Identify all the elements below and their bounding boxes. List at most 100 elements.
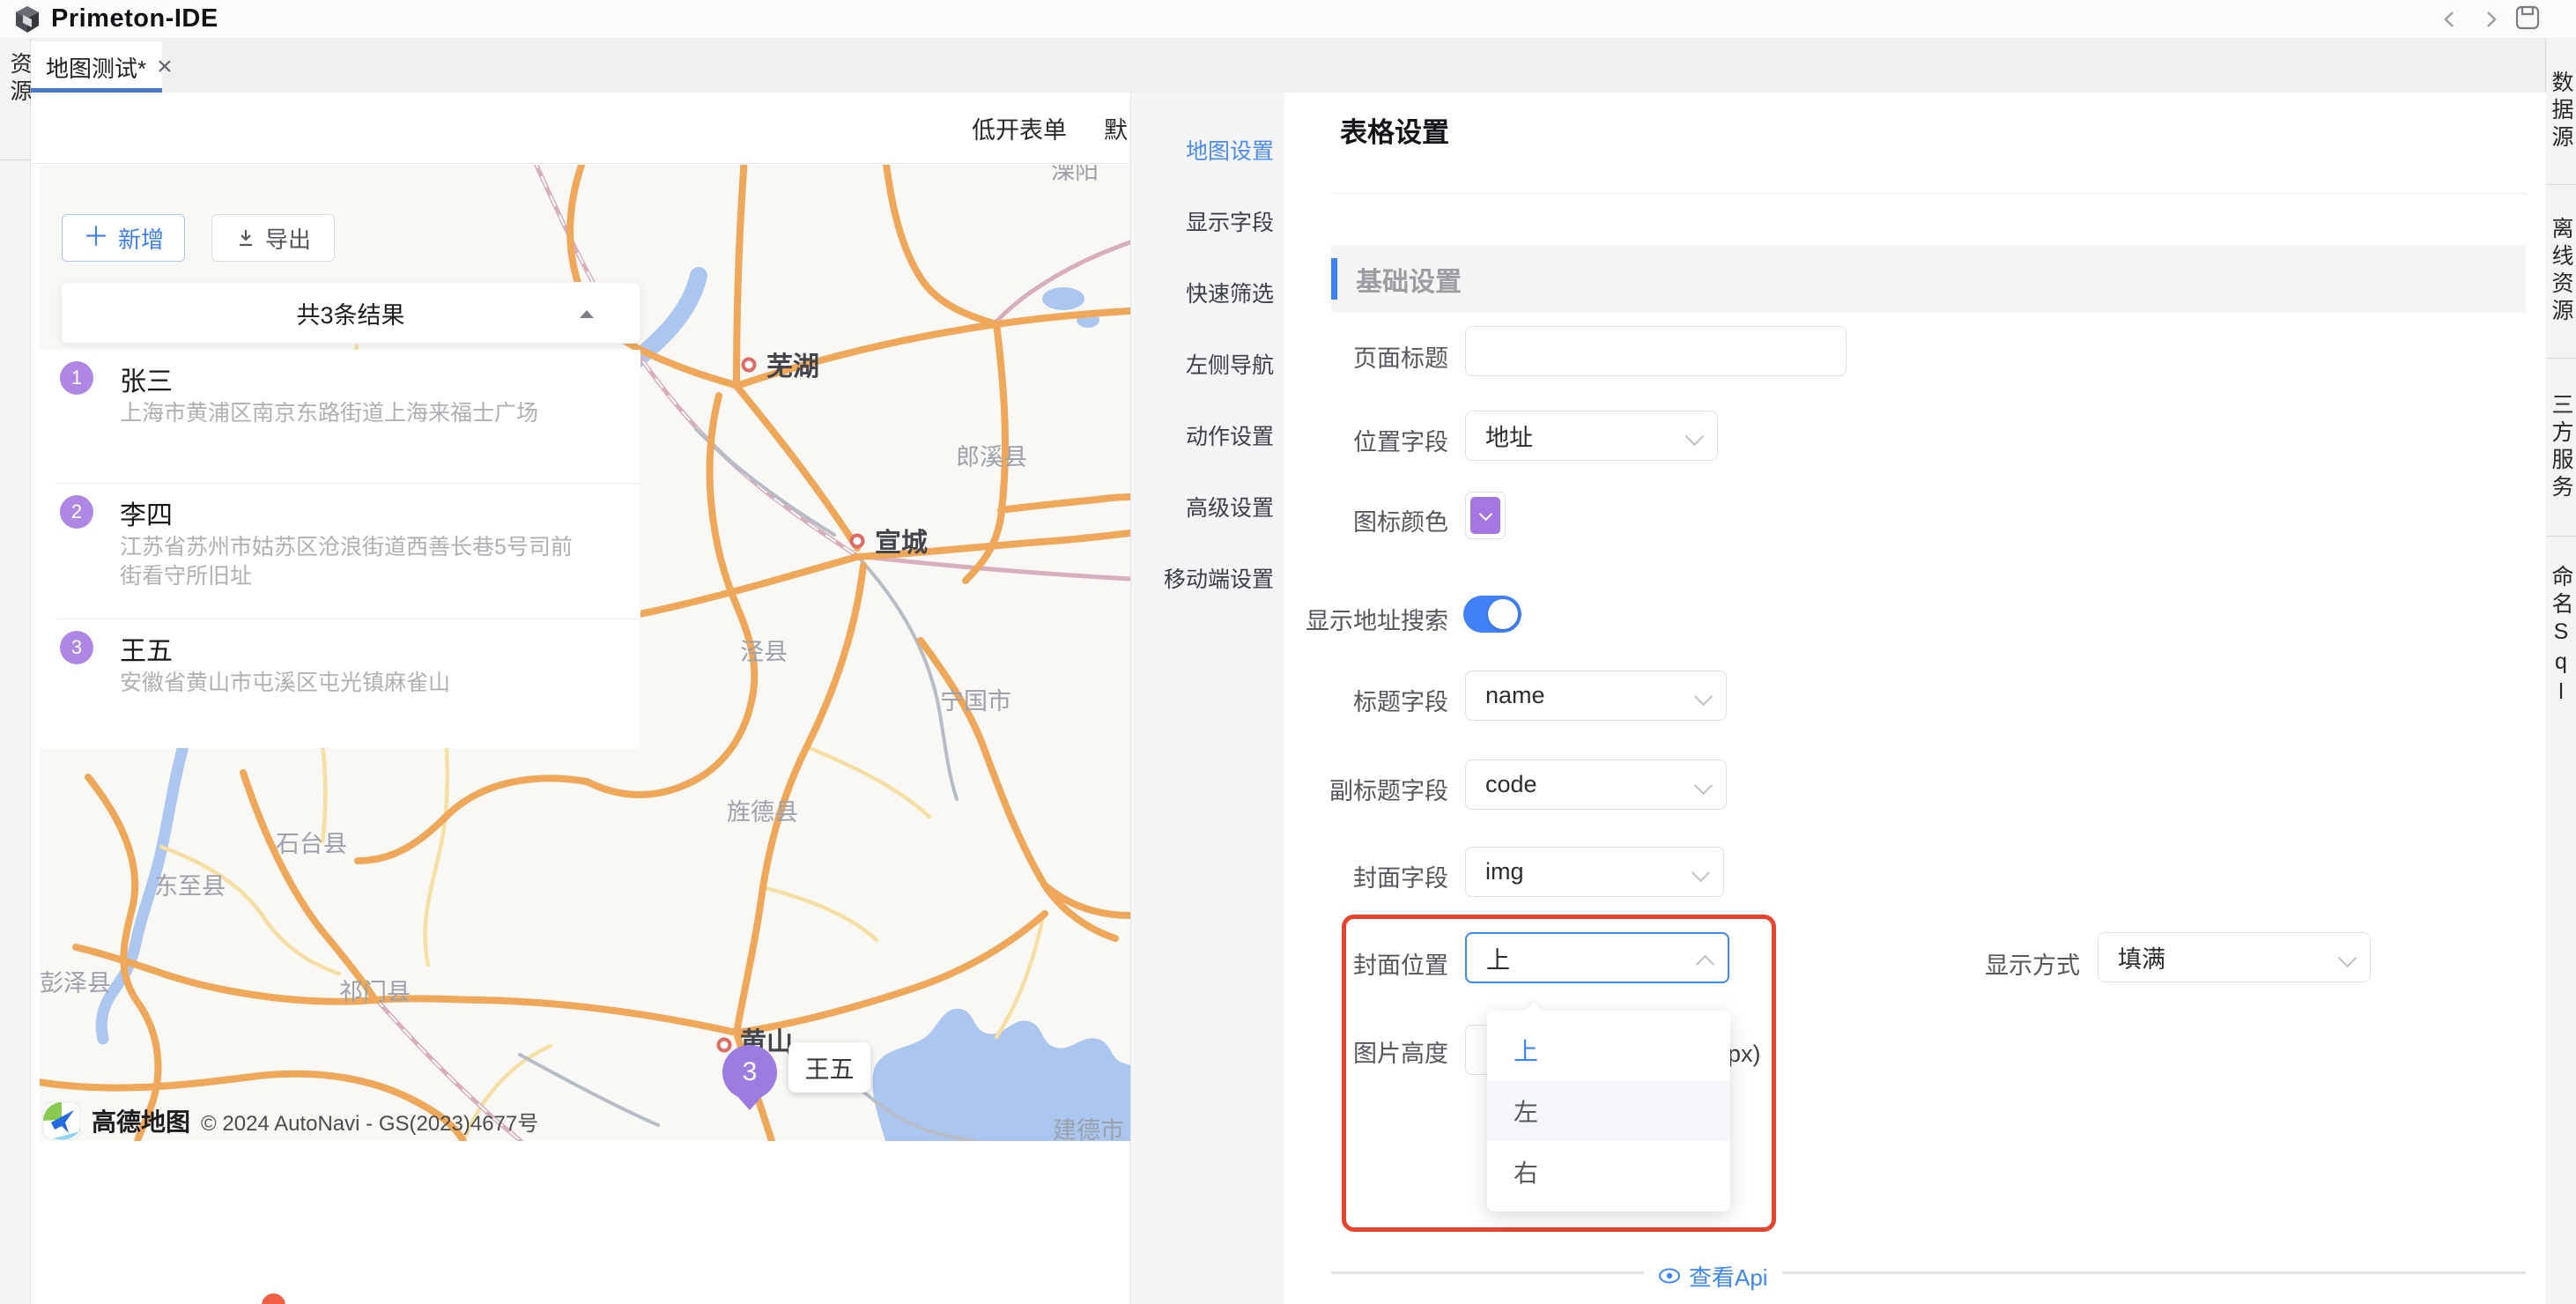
nav-advanced-settings[interactable]: 高级设置: [1131, 470, 1284, 542]
map-attribution: 高德地图 © 2024 AutoNavi - GS(2023)4677号: [42, 1100, 538, 1141]
section-title: 基础设置: [1356, 245, 1462, 313]
tab-label: 地图测试*: [46, 51, 146, 84]
icon-color-picker[interactable]: [1465, 492, 1506, 539]
editor-tab-bar: 地图测试* ×: [0, 38, 2576, 93]
label-cover-field: 封面字段: [1284, 859, 1448, 893]
label-address-search: 显示地址搜索: [1284, 602, 1448, 636]
item-index-badge: 3: [60, 631, 93, 664]
chevron-down-icon: [1694, 687, 1713, 706]
map-copyright: © 2024 AutoNavi - GS(2023)4677号: [201, 1106, 538, 1137]
chevron-down-icon: [2338, 949, 2357, 967]
chevron-down-icon: [1691, 863, 1710, 882]
section-accent-bar: [1331, 258, 1337, 300]
chevron-up-icon: [1696, 955, 1714, 974]
rail-item-offline-resources[interactable]: 离线资源: [2546, 185, 2576, 359]
item-name: 王五: [120, 629, 173, 668]
map-marker-label[interactable]: 王五: [788, 1042, 870, 1093]
svg-text:东至县: 东至县: [154, 873, 226, 900]
toolbar-tab-low-code-form[interactable]: 低开表单: [972, 93, 1067, 163]
rail-item-datasource[interactable]: 数据源: [2546, 38, 2576, 185]
label-image-height: 图片高度: [1284, 1034, 1448, 1069]
nav-quick-filter[interactable]: 快速筛选: [1131, 256, 1284, 328]
download-icon: [235, 227, 256, 248]
item-address: 江苏省苏州市姑苏区沧浪街道西善长巷5号司前街看守所旧址: [120, 533, 578, 591]
panel-divider: [1331, 193, 2526, 194]
dropdown-notch: [1525, 1002, 1543, 1019]
svg-text:旌德县: 旌德县: [727, 799, 798, 826]
cover-position-dropdown: 上 左 右: [1487, 1011, 1730, 1211]
item-address: 上海市黄浦区南京东路街道上海来福士广场: [120, 399, 578, 428]
label-location-field: 位置字段: [1284, 423, 1448, 457]
collapse-caret-icon[interactable]: [580, 310, 594, 318]
list-item[interactable]: 3 王五 安徽省黄山市屯溪区屯光镇麻雀山: [40, 619, 640, 748]
add-button[interactable]: ＋ 新增: [62, 214, 185, 262]
dropdown-option-right[interactable]: 右: [1487, 1141, 1730, 1202]
list-item[interactable]: 2 李四 江苏省苏州市姑苏区沧浪街道西善长巷5号司前街看守所旧址: [40, 484, 640, 619]
marker-number: 3: [722, 1045, 777, 1100]
plus-icon: ＋: [83, 225, 109, 251]
svg-text:泾县: 泾县: [740, 639, 788, 665]
history-back-icon[interactable]: [2437, 6, 2463, 33]
app-title: Primeton-IDE: [51, 0, 218, 38]
rail-item-third-party-services[interactable]: 三方服务: [2546, 359, 2576, 537]
subtitle-field-select[interactable]: code: [1465, 759, 1727, 810]
export-button[interactable]: 导出: [211, 214, 335, 262]
label-cover-position: 封面位置: [1284, 946, 1448, 981]
chevron-down-icon: [1694, 776, 1713, 795]
result-count-panel[interactable]: 共3条结果: [61, 282, 640, 344]
map-marker-pin[interactable]: 3: [722, 1045, 777, 1110]
history-forward-icon[interactable]: [2477, 6, 2504, 33]
left-rail: 资源: [0, 38, 31, 1304]
dropdown-option-top[interactable]: 上: [1487, 1019, 1730, 1080]
location-field-select[interactable]: 地址: [1465, 411, 1718, 461]
nav-action-settings[interactable]: 动作设置: [1131, 399, 1284, 470]
svg-text:祁门县: 祁门县: [339, 979, 411, 1005]
list-item[interactable]: 1 张三 上海市黄浦区南京东路街道上海来福士广场: [40, 350, 640, 483]
settings-content: 表格设置 基础设置 页面标题 位置字段 地址 图标颜色 显示地址搜索: [1284, 93, 2546, 1304]
application-window: Primeton-IDE 地图测试* ×: [0, 0, 2576, 1304]
dropdown-option-left[interactable]: 左: [1487, 1080, 1730, 1141]
nav-map-settings[interactable]: 地图设置: [1131, 114, 1284, 185]
tab-close-icon[interactable]: ×: [157, 54, 173, 80]
tab-map-test[interactable]: 地图测试* ×: [28, 41, 162, 93]
svg-text:建德市: 建德市: [1053, 1117, 1124, 1141]
map-brand: 高德地图: [92, 1103, 190, 1138]
label-subtitle-field: 副标题字段: [1284, 772, 1448, 806]
chevron-down-icon: [1685, 427, 1704, 446]
address-search-toggle[interactable]: [1463, 596, 1521, 633]
partial-marker-dot: [262, 1293, 285, 1304]
svg-text:彭泽县: 彭泽县: [40, 970, 111, 997]
chevron-down-icon: [1478, 507, 1492, 521]
result-count: 共3条结果: [296, 296, 404, 330]
panel-bottom-divider: [1331, 1271, 2526, 1274]
settings-panel: 地图设置 显示字段 快速筛选 左侧导航 动作设置 高级设置 移动端设置 表格设置…: [1130, 93, 2545, 1304]
amap-logo-icon: [42, 1101, 81, 1140]
item-address: 安徽省黄山市屯溪区屯光镇麻雀山: [120, 669, 578, 698]
svg-text:石台县: 石台县: [276, 831, 347, 857]
save-icon[interactable]: [2514, 4, 2541, 31]
nav-left-navigation[interactable]: 左侧导航: [1131, 328, 1284, 399]
result-list: 1 张三 上海市黄浦区南京东路街道上海来福士广场 2 李四 江苏省苏州市姑苏区沧…: [40, 350, 640, 748]
title-field-select[interactable]: name: [1465, 671, 1727, 721]
svg-text:郎溪县: 郎溪县: [956, 444, 1027, 470]
rail-item-named-sql[interactable]: 命名Sql: [2546, 537, 2576, 737]
toolbar-tab-default-clipped[interactable]: 默: [1104, 93, 1128, 163]
cover-field-select[interactable]: img: [1465, 847, 1724, 897]
map-label-xuancheng: 宣城: [875, 529, 928, 558]
map-view[interactable]: 芜湖 宣城 黄山 郎溪县 泾县 宁国市 旌德县 石台县 东至县 彭泽县 祁门县 …: [40, 165, 1130, 1141]
label-icon-color: 图标颜色: [1284, 503, 1448, 537]
nav-mobile-settings[interactable]: 移动端设置: [1131, 542, 1284, 613]
display-mode-select[interactable]: 填满: [2098, 932, 2371, 982]
page-title-input[interactable]: [1465, 326, 1847, 376]
cover-position-select[interactable]: 上: [1465, 932, 1729, 983]
label-display-mode: 显示方式: [1916, 946, 2080, 981]
view-api-link[interactable]: 查看Api: [1644, 1261, 1782, 1291]
panel-title: 表格设置: [1340, 110, 1449, 150]
svg-text:宁国市: 宁国市: [940, 688, 1011, 715]
nav-display-fields[interactable]: 显示字段: [1131, 185, 1284, 256]
eye-icon: [1658, 1264, 1681, 1287]
marker-tail: [736, 1094, 764, 1110]
page-preview-canvas: 低开表单 默: [31, 93, 1130, 1304]
preview-toolbar: 低开表单 默: [31, 93, 1130, 164]
rail-divider: [0, 159, 30, 160]
